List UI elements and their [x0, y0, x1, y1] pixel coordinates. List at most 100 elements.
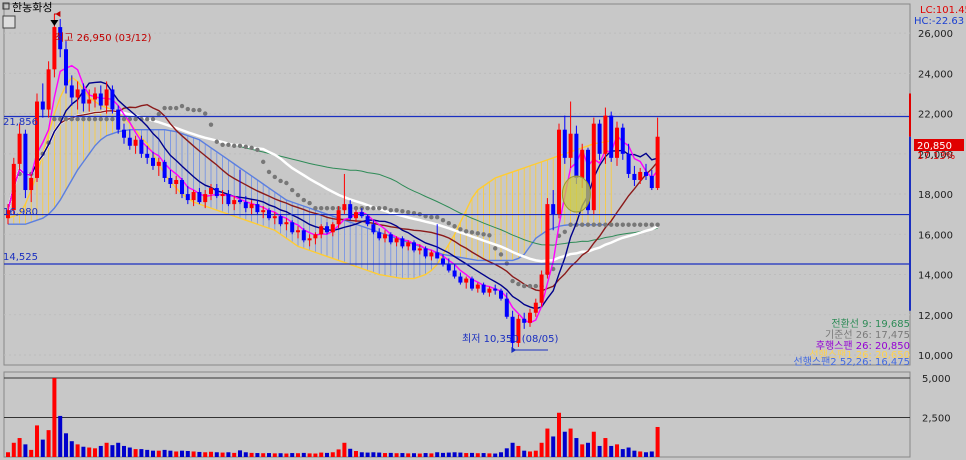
candle-body: [17, 133, 22, 164]
volume-bar: [632, 450, 637, 457]
candle-body: [354, 212, 358, 219]
base-line-dot: [527, 283, 533, 289]
candle-body: [145, 153, 150, 158]
price-tick-label: 14,000: [918, 271, 953, 282]
candle-body: [441, 258, 445, 265]
candle-body: [75, 89, 80, 98]
candle-body: [81, 89, 86, 104]
base-line-dot: [208, 122, 214, 127]
candle-body: [174, 179, 179, 184]
base-line-dot: [145, 116, 150, 122]
price-tick-label: 26,000: [918, 29, 953, 40]
volume-bar: [168, 450, 173, 457]
candle-body: [365, 216, 370, 225]
base-line-dot: [284, 180, 289, 186]
base-line-dot: [330, 205, 335, 211]
highlight-ellipse: [561, 175, 591, 213]
candle-body: [649, 175, 654, 189]
volume-bar: [539, 442, 544, 457]
volume-bar: [429, 453, 434, 457]
base-line-dot: [394, 207, 399, 213]
hline-label-16980: 16,980: [3, 207, 38, 218]
volume-bar: [162, 449, 167, 457]
base-line-dot: [220, 142, 225, 147]
volume-bar: [406, 453, 411, 457]
current-change-label: 17.13%: [917, 151, 955, 162]
candle-body: [609, 115, 614, 158]
volume-bar: [644, 452, 648, 457]
stock-chart[interactable]: 10,00012,00014,00016,00018,00020,00022,0…: [0, 0, 966, 460]
base-line-dot: [452, 224, 457, 229]
candle-body: [475, 284, 480, 289]
candle-body: [429, 252, 434, 257]
candle-body: [191, 192, 196, 201]
volume-bar: [423, 453, 428, 457]
base-line-dot: [406, 209, 411, 215]
volume-bar: [197, 451, 202, 457]
volume-bar: [278, 453, 283, 457]
volume-bar: [191, 451, 196, 457]
grid-toggle-icon[interactable]: [2, 15, 16, 29]
volume-bar: [214, 452, 219, 457]
candle-body: [307, 238, 312, 241]
volume-bar: [17, 438, 22, 457]
base-line-dot: [295, 192, 301, 198]
candle-body: [562, 129, 567, 158]
volume-bar: [151, 450, 155, 457]
volume-bar: [528, 451, 532, 457]
base-line-dot: [243, 144, 248, 149]
candle-body: [655, 136, 660, 189]
base-line-dot: [272, 174, 277, 180]
candle-body: [336, 210, 341, 225]
candle-body: [11, 163, 16, 211]
volume-bar: [533, 450, 538, 457]
base-line-dot: [377, 205, 382, 211]
volume-bar: [174, 451, 179, 457]
candle-body: [29, 177, 34, 191]
base-line-dot: [603, 222, 608, 227]
volume-bar: [417, 453, 422, 457]
candle-body: [470, 278, 474, 289]
volume-bar: [365, 452, 370, 457]
price-gauge-down: [909, 136, 911, 311]
base-line-dot: [522, 283, 527, 289]
base-line-dot: [98, 116, 104, 122]
volume-bar: [238, 450, 242, 457]
volume-bar: [40, 439, 45, 457]
candle-body: [197, 192, 202, 203]
base-line-dot: [174, 105, 179, 111]
candle-body: [568, 133, 573, 158]
hline-label-21856: 21,856: [3, 117, 38, 128]
base-line-dot: [261, 159, 266, 165]
base-line-dot: [179, 103, 185, 109]
candle-body: [104, 89, 109, 106]
base-line-dot: [191, 107, 196, 113]
volume-bar: [435, 452, 440, 457]
volume-bar: [626, 447, 631, 457]
base-line-dot: [365, 205, 370, 211]
base-line-dot: [319, 205, 324, 211]
volume-bar: [481, 453, 486, 457]
base-line-dot: [591, 222, 596, 227]
volume-bar: [93, 448, 97, 457]
volume-bar: [69, 441, 74, 457]
candle-body: [139, 139, 144, 154]
base-line-dot: [87, 116, 92, 122]
volume-bar: [232, 452, 237, 457]
candle-body: [574, 133, 579, 178]
volume-bar: [243, 452, 248, 457]
base-line-dot: [510, 278, 515, 284]
volume-bar: [516, 445, 521, 457]
base-line-dot: [440, 218, 446, 223]
volume-bar: [388, 452, 393, 457]
candle-body: [603, 115, 608, 154]
volume-bar: [35, 425, 39, 457]
volume-bar: [586, 442, 590, 457]
candle-body: [69, 85, 74, 98]
base-line-dot: [585, 222, 591, 227]
volume-bar: [649, 451, 654, 457]
base-line-dot: [429, 214, 434, 220]
candle-body: [238, 200, 242, 203]
candle-body: [464, 278, 469, 283]
base-line-dot: [197, 107, 202, 113]
